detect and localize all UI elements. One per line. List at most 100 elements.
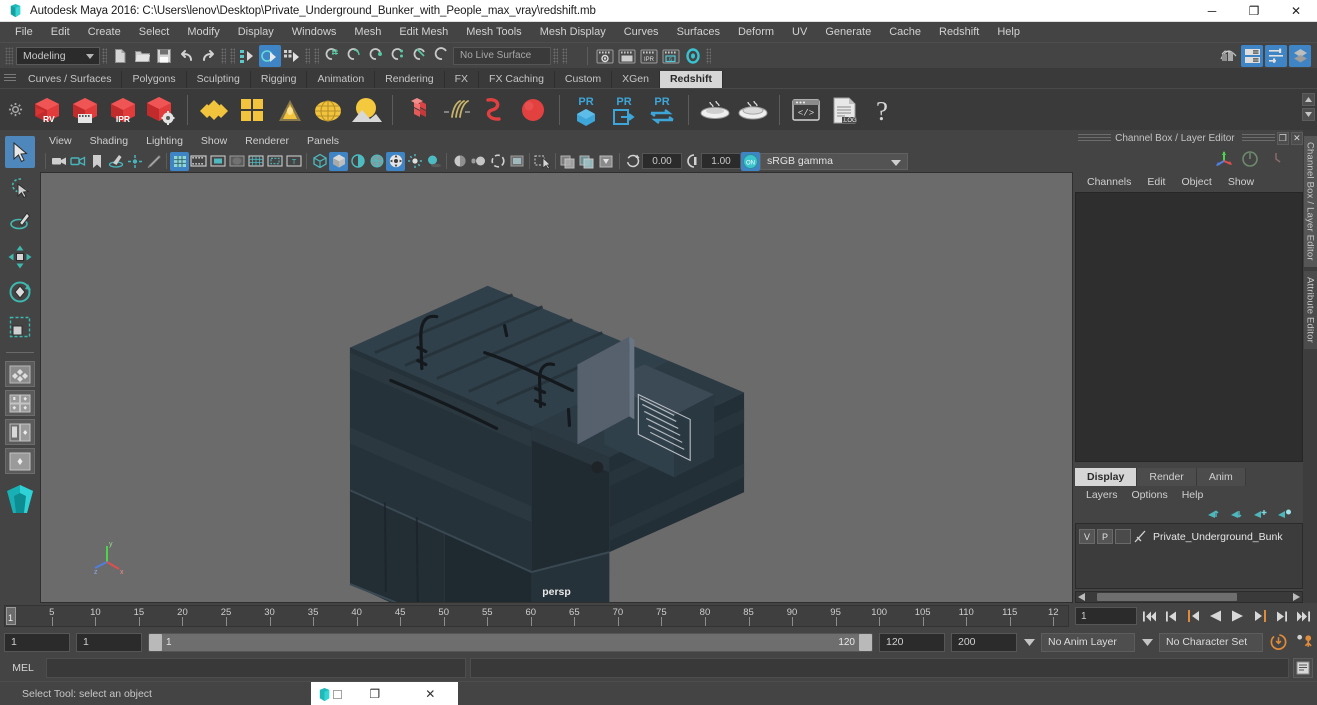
paint-select-tool-button[interactable] (5, 206, 35, 238)
snap-to-view-plane-icon[interactable] (409, 45, 431, 67)
lights-icon[interactable] (405, 152, 424, 171)
move-layer-down-icon[interactable] (1230, 508, 1245, 521)
color-management-toggle-icon[interactable]: ON (741, 151, 760, 171)
film-gate-icon[interactable] (189, 152, 208, 171)
shelf-tab-rigging[interactable]: Rigging (250, 71, 308, 88)
menu-mesh-display[interactable]: Mesh Display (531, 22, 615, 42)
scale-tool-button[interactable] (5, 311, 35, 343)
scroll-right-icon[interactable] (1293, 593, 1300, 601)
field-chart-icon[interactable] (246, 152, 265, 171)
lasso-select-tool-button[interactable] (5, 171, 35, 203)
smooth-shade-all-icon[interactable] (329, 151, 348, 171)
shelf-redshift-physical-sun-icon[interactable] (347, 91, 385, 129)
step-forward-frame-icon[interactable] (1250, 606, 1269, 626)
scroll-left-icon[interactable] (1078, 593, 1085, 601)
layer-color-swatch[interactable] (1115, 529, 1131, 544)
shelf-redshift-log-icon[interactable]: .LOG (825, 91, 863, 129)
menu-redshift[interactable]: Redshift (930, 22, 988, 42)
layer-menu-options[interactable]: Options (1125, 486, 1175, 505)
menu-help[interactable]: Help (988, 22, 1029, 42)
layout-persp-graph-button[interactable] (5, 448, 35, 474)
perspective-viewport[interactable]: y z x persp (40, 172, 1073, 603)
layout-four-view-button[interactable] (5, 390, 35, 416)
xray-icon[interactable] (559, 152, 578, 171)
menu-set-selector[interactable]: Modeling (16, 46, 100, 65)
character-set-field[interactable]: No Character Set (1159, 632, 1263, 652)
menu-display[interactable]: Display (229, 22, 283, 42)
select-by-hierarchy-icon[interactable] (237, 45, 259, 67)
camera-attributes-icon[interactable] (68, 152, 87, 171)
character-set-dropdown-icon[interactable] (1141, 633, 1153, 652)
vertical-tab-channel-box[interactable]: Channel Box / Layer Editor (1303, 136, 1317, 267)
play-backwards-icon[interactable] (1206, 606, 1225, 626)
motion-blur-icon[interactable] (469, 152, 488, 171)
shelf-tab-fx[interactable]: FX (444, 71, 480, 88)
viewport-menu-lighting[interactable]: Lighting (137, 132, 192, 150)
resolution-gate-icon[interactable] (208, 152, 227, 171)
rotate-tool-button[interactable] (5, 276, 35, 308)
no-manipulator-icon[interactable] (1241, 150, 1259, 168)
panel-undock-button[interactable]: ❐ (1276, 131, 1289, 145)
menu-deform[interactable]: Deform (729, 22, 783, 42)
layer-tab-display[interactable]: Display (1075, 468, 1138, 486)
exposure-icon[interactable] (623, 152, 642, 171)
render-sequence-icon[interactable] (616, 45, 638, 67)
move-layer-up-icon[interactable] (1207, 508, 1222, 521)
layer-tab-anim[interactable]: Anim (1196, 468, 1246, 486)
shelf-options-icon[interactable] (2, 102, 28, 117)
menu-cache[interactable]: Cache (880, 22, 930, 42)
wireframe-icon[interactable] (310, 152, 329, 171)
new-layer-icon[interactable] (1253, 508, 1269, 521)
shelf-tab-rendering[interactable]: Rendering (375, 71, 445, 88)
range-start-handle[interactable] (149, 633, 162, 651)
attribute-editor-panel-icon[interactable] (1241, 44, 1263, 67)
shelf-redshift-help-icon[interactable]: ? (863, 91, 901, 129)
two-d-pan-zoom-icon[interactable] (125, 152, 144, 171)
close-button[interactable]: ✕ (1275, 0, 1317, 22)
undo-icon[interactable] (175, 45, 197, 67)
xray-joints-icon[interactable] (578, 152, 597, 171)
layout-single-perspective-button[interactable] (5, 361, 35, 387)
shelf-redshift-bake-all-icon[interactable] (734, 91, 772, 129)
select-camera-icon[interactable] (49, 152, 68, 171)
go-to-end-icon[interactable] (1294, 606, 1313, 626)
select-by-object-icon[interactable] (259, 44, 281, 67)
grease-pencil-icon[interactable] (144, 152, 163, 171)
snap-to-projected-center-icon[interactable] (387, 45, 409, 67)
animation-end-time-field[interactable]: 200 (951, 632, 1017, 652)
current-time-indicator[interactable]: 1 (6, 607, 16, 625)
time-slider[interactable]: 1 5 10 15 20 25 30 35 40 45 50 55 60 65 70 75 80 85 90 95 1… (4, 605, 1069, 627)
viewport-menu-shading[interactable]: Shading (81, 132, 138, 150)
menu-create[interactable]: Create (79, 22, 130, 42)
render-settings-icon[interactable] (682, 45, 704, 67)
shelf-redshift-pr-export-icon[interactable]: PR (605, 91, 643, 129)
vertical-tab-attribute-editor[interactable]: Attribute Editor (1303, 270, 1317, 349)
shelf-redshift-hair-icon[interactable] (438, 91, 476, 129)
bookmark-icon[interactable] (87, 152, 106, 171)
menu-curves[interactable]: Curves (615, 22, 668, 42)
layer-menu-help[interactable]: Help (1175, 486, 1211, 505)
channel-box-menu-show[interactable]: Show (1220, 172, 1262, 192)
texture-icon[interactable] (386, 151, 405, 171)
select-tool-button[interactable] (5, 136, 35, 168)
channel-box-menu-object[interactable]: Object (1173, 172, 1219, 192)
move-tool-button[interactable] (5, 241, 35, 273)
open-scene-icon[interactable] (131, 45, 153, 67)
menu-generate[interactable]: Generate (816, 22, 880, 42)
select-by-component-icon[interactable] (281, 45, 303, 67)
tool-settings-panel-icon[interactable] (1265, 44, 1287, 67)
shelf-redshift-bake-icon[interactable] (696, 91, 734, 129)
shelf-redshift-render-view-icon[interactable]: RV (28, 91, 66, 129)
gamma-field[interactable]: 1.00 (701, 153, 741, 169)
render-region-icon[interactable]: 6 (660, 45, 682, 67)
exposure-field[interactable]: 0.00 (642, 153, 682, 169)
snap-to-grid-icon[interactable] (321, 45, 343, 67)
panel-drag-handle[interactable] (1078, 133, 1112, 143)
menu-windows[interactable]: Windows (283, 22, 346, 42)
layer-menu-layers[interactable]: Layers (1079, 486, 1125, 505)
menu-edit[interactable]: Edit (42, 22, 79, 42)
shelf-redshift-dome-light-icon[interactable] (309, 91, 347, 129)
depth-of-field-icon[interactable] (507, 152, 526, 171)
shelf-grip[interactable] (4, 74, 16, 82)
multisample-icon[interactable] (488, 152, 507, 171)
